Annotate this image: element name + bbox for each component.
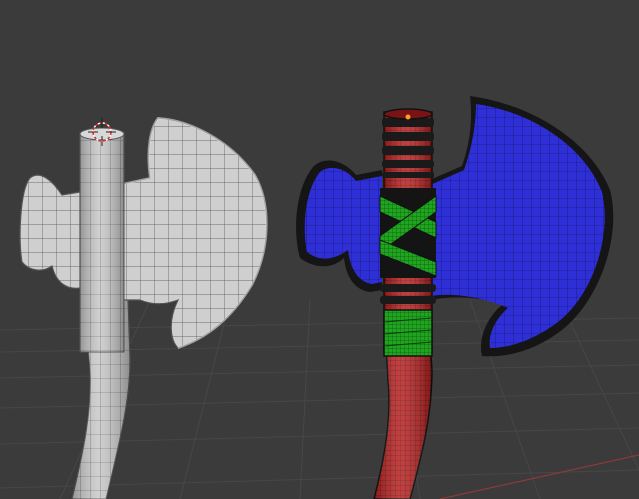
right-axe-upper-wrap (379, 188, 437, 278)
right-axe-model[interactable] (296, 96, 614, 499)
right-axe-band-1 (380, 284, 436, 292)
x-axis-line (439, 454, 639, 499)
left-axe-model[interactable] (19, 116, 268, 499)
right-axe-back-spike (304, 167, 382, 284)
left-axe-back-spike (19, 174, 81, 289)
left-axe-blade (117, 117, 268, 349)
right-axe-band-2 (380, 296, 436, 304)
3d-viewport[interactable] (0, 0, 639, 499)
viewport-canvas[interactable] (0, 0, 639, 499)
